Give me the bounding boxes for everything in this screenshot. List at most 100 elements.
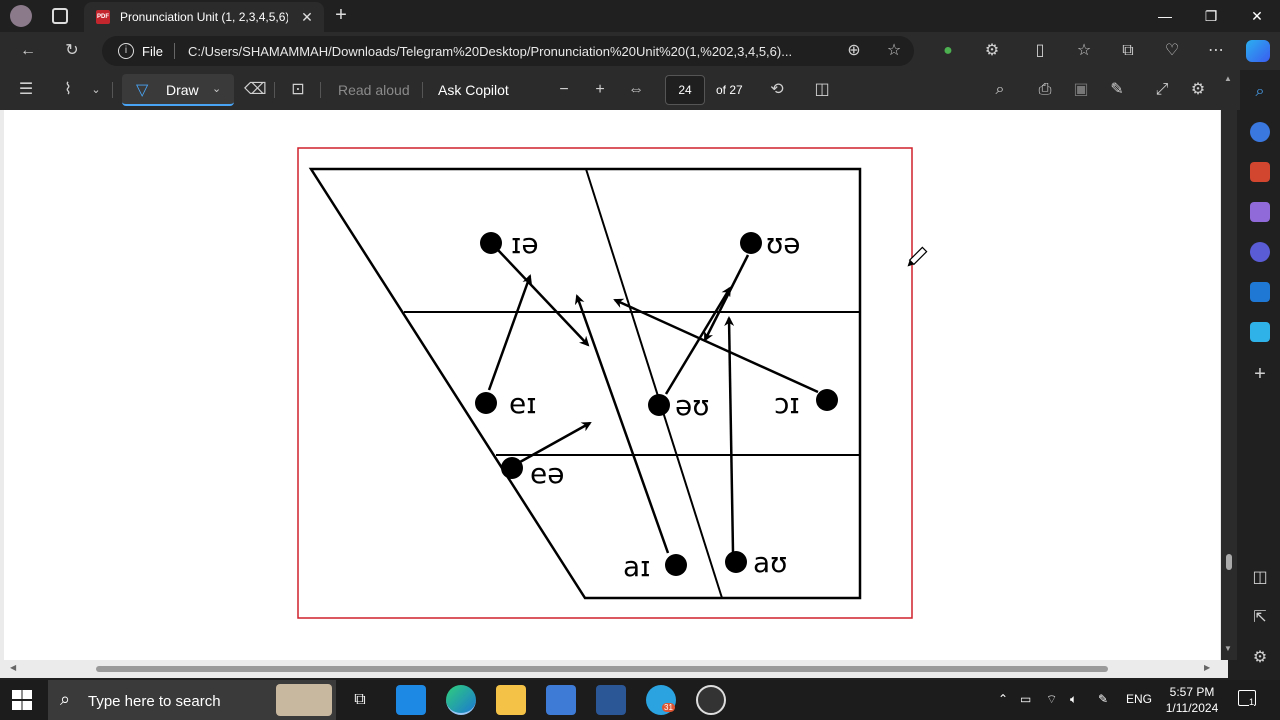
erase-icon[interactable]: ⌫ xyxy=(244,80,267,100)
save-icon[interactable]: ▣ xyxy=(1071,80,1091,100)
sidebar-split-icon[interactable]: ◫ xyxy=(1250,568,1270,588)
sidebar-drop-icon[interactable] xyxy=(1250,322,1270,342)
info-icon[interactable]: i xyxy=(118,43,134,59)
extensions-icon[interactable]: ⚙ xyxy=(982,41,1002,61)
store-app-icon[interactable] xyxy=(546,685,576,715)
save-as-icon[interactable]: ✎ xyxy=(1107,80,1127,100)
vowel-dot-ia xyxy=(480,232,502,254)
address-bar[interactable]: i File C:/Users/SHAMAMMAH/Downloads/Tele… xyxy=(102,36,914,66)
sidebar-open-window-icon[interactable]: ⇱ xyxy=(1250,608,1270,628)
vertical-scroll-thumb[interactable] xyxy=(1226,554,1232,570)
draw-label: Draw xyxy=(166,82,199,98)
toolbar-divider xyxy=(422,82,423,98)
sidebar-shopping-icon[interactable] xyxy=(1250,122,1270,142)
copilot-icon[interactable] xyxy=(1246,40,1270,62)
contents-icon[interactable]: ☰ xyxy=(16,80,36,100)
horizontal-scrollbar[interactable]: ◀ ▶ xyxy=(0,660,1228,678)
zoom-out-icon[interactable]: − xyxy=(554,80,574,100)
zoom-in-icon[interactable]: + xyxy=(590,80,610,100)
more-options-icon[interactable]: ⋯ xyxy=(1206,41,1226,61)
page-view-icon[interactable]: ◫ xyxy=(812,80,832,100)
split-screen-icon[interactable]: ▯ xyxy=(1030,41,1050,61)
vowel-label-au: aʊ xyxy=(753,546,787,579)
arrow-ua-glide xyxy=(703,254,750,342)
collections-icon[interactable]: ⧉ xyxy=(1118,41,1138,61)
refresh-icon[interactable]: ↻ xyxy=(62,41,82,61)
task-view-icon[interactable]: ⧉ xyxy=(350,690,370,710)
pdf-file-icon: PDF xyxy=(96,10,110,24)
taskbar-clock[interactable]: 5:57 PM 1/11/2024 xyxy=(1162,684,1222,716)
sidebar-office-icon[interactable] xyxy=(1250,242,1270,262)
show-hidden-icons[interactable]: ⌃ xyxy=(998,692,1008,706)
back-icon[interactable]: ← xyxy=(18,41,38,61)
profile-avatar[interactable] xyxy=(10,5,32,27)
scroll-down-icon[interactable]: ▼ xyxy=(1224,644,1232,653)
address-scheme: File xyxy=(142,44,163,59)
vowel-dot-ai xyxy=(665,554,687,576)
tab-actions-icon[interactable] xyxy=(52,8,68,24)
draw-button[interactable]: ▽ Draw ⌄ xyxy=(122,74,234,106)
sidebar-add-icon[interactable]: + xyxy=(1250,364,1270,384)
diphthong-diagram: ɪə ʊə eɪ əʊ ɔɪ eə aɪ aʊ xyxy=(297,147,928,619)
fullscreen-icon[interactable]: ⤢ xyxy=(1152,80,1172,100)
telegram-badge: 31 xyxy=(662,703,675,712)
edge-app-icon[interactable] xyxy=(446,685,476,715)
sidebar-games-icon[interactable] xyxy=(1250,202,1270,222)
restore-button[interactable]: ❐ xyxy=(1188,0,1234,32)
notification-center-icon[interactable]: 1 xyxy=(1238,690,1256,707)
copilot-extension-icon[interactable]: ● xyxy=(938,41,958,61)
add-text-icon[interactable]: ⊡ xyxy=(288,80,308,100)
favorites-icon[interactable]: ☆ xyxy=(1074,41,1094,61)
arrow-au-o-glide xyxy=(664,286,732,395)
read-aloud-button[interactable]: Read aloud xyxy=(338,82,410,98)
language-indicator[interactable]: ENG xyxy=(1126,692,1152,706)
browser-tab[interactable]: PDF Pronunciation Unit (1, 2,3,4,5,6) ✕ xyxy=(84,2,324,32)
draw-dropdown-icon[interactable]: ⌄ xyxy=(212,82,221,95)
highlight-icon[interactable]: ⌇ xyxy=(58,80,78,100)
word-app-icon[interactable] xyxy=(596,685,626,715)
sidebar-search-icon[interactable]: ⌕ xyxy=(1250,82,1270,102)
page-number-input[interactable]: 24 xyxy=(665,75,705,105)
new-tab-icon[interactable]: + xyxy=(330,4,352,26)
toolbar-divider xyxy=(320,82,321,98)
battery-icon[interactable]: ▭ xyxy=(1020,692,1031,706)
sidebar-outlook-icon[interactable] xyxy=(1250,282,1270,302)
rotate-icon[interactable]: ⟲ xyxy=(767,80,787,100)
zoom-icon[interactable]: ⊕ xyxy=(844,41,864,61)
fit-to-page-icon[interactable]: ⇔ xyxy=(626,80,646,100)
search-icon: ⌕ xyxy=(60,689,71,709)
settings-icon[interactable]: ⚙ xyxy=(1188,80,1208,100)
vowel-dot-au xyxy=(725,551,747,573)
mail-app-icon[interactable] xyxy=(396,685,426,715)
vowel-label-oi: ɔɪ xyxy=(774,387,800,420)
print-icon[interactable]: ⎙ xyxy=(1035,80,1055,100)
volume-icon[interactable]: 🔈︎ xyxy=(1070,692,1077,707)
file-explorer-icon[interactable] xyxy=(496,685,526,715)
vertical-scrollbar[interactable]: ▲ ▼ xyxy=(1221,70,1237,660)
highlight-dropdown-icon[interactable]: ⌄ xyxy=(86,80,106,100)
vowel-dot-ei xyxy=(475,392,497,414)
minimize-button[interactable]: — xyxy=(1142,0,1188,32)
recorder-app-icon[interactable] xyxy=(696,685,726,715)
arrow-ai-glide xyxy=(574,294,670,554)
sidebar-tools-icon[interactable] xyxy=(1250,162,1270,182)
favorite-star-icon[interactable]: ☆ xyxy=(884,41,904,61)
horizontal-scroll-thumb[interactable] xyxy=(96,666,1108,672)
address-text[interactable]: C:/Users/SHAMAMMAH/Downloads/Telegram%20… xyxy=(188,44,828,59)
vowel-dot-oi xyxy=(816,389,838,411)
start-button[interactable] xyxy=(12,690,32,710)
close-tab-icon[interactable]: ✕ xyxy=(298,8,316,26)
taskbar-search-box[interactable]: ⌕ Type here to search xyxy=(48,680,336,720)
scroll-right-icon[interactable]: ▶ xyxy=(1204,663,1210,672)
find-icon[interactable]: ⌕ xyxy=(990,80,1010,100)
sidebar-settings-icon[interactable]: ⚙ xyxy=(1250,648,1270,668)
close-window-button[interactable]: ✕ xyxy=(1234,0,1280,32)
scroll-left-icon[interactable]: ◀ xyxy=(10,663,16,672)
wifi-icon[interactable]: ⌔ xyxy=(1046,692,1057,707)
pen-menu-icon[interactable]: ✎ xyxy=(1098,692,1108,706)
browser-essentials-icon[interactable]: ♡ xyxy=(1162,41,1182,61)
scroll-up-icon[interactable]: ▲ xyxy=(1224,74,1232,83)
chart-line xyxy=(585,168,723,599)
ask-copilot-button[interactable]: Ask Copilot xyxy=(438,82,509,98)
telegram-app-icon[interactable]: 31 xyxy=(646,685,676,715)
